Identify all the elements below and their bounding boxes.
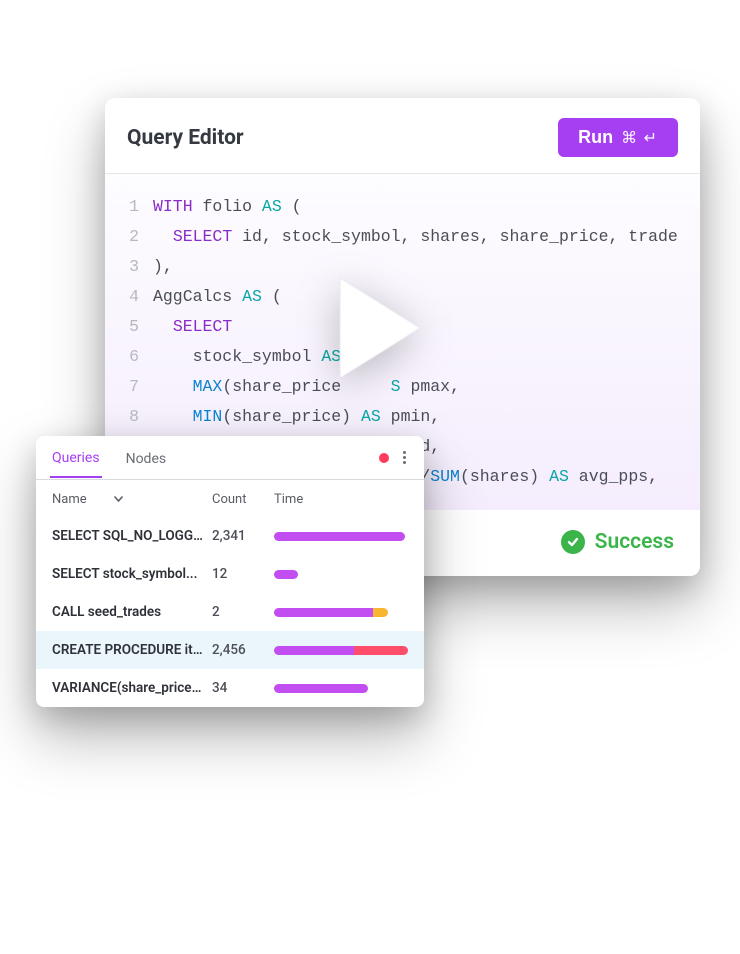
tab-nodes[interactable]: Nodes [124,439,169,477]
success-check-icon [561,530,585,554]
code-line: 7 MAX(share_price S pmax, [105,372,700,402]
code-text: AggCalcs AS ( [153,282,282,312]
code-text: MIN(share_price) AS pmin, [153,402,440,432]
column-headers: Name Count Time [36,480,424,517]
line-number: 5 [105,312,153,342]
query-name: VARIANCE(share_price)... [52,680,212,696]
code-text: WITH folio AS ( [153,192,302,222]
table-row[interactable]: CALL seed_trades2 [36,593,424,631]
code-text: ), [153,252,173,282]
query-time-bar [274,684,408,693]
query-count: 2,341 [212,528,274,544]
query-count: 12 [212,566,274,582]
table-row[interactable]: CREATE PROCEDURE iter...2,456 [36,631,424,669]
code-line: 2 SELECT id, stock_symbol, shares, share… [105,222,700,252]
line-number: 1 [105,192,153,222]
col-count-header[interactable]: Count [212,492,274,507]
query-time-bar [274,646,408,655]
query-name: SELECT SQL_NO_LOGGI.. [52,528,212,544]
more-menu-icon[interactable] [399,447,410,468]
code-text: MAX(share_price S pmax, [153,372,460,402]
queries-panel: Queries Nodes Name Count Time SELECT SQL… [36,436,424,707]
editor-header: Query Editor Run ⌘ ↵ [105,98,700,174]
code-line: 6 stock_symbol AS [105,342,700,372]
status-text: Success [595,530,674,554]
col-name-header[interactable]: Name [52,492,212,507]
run-shortcut: ⌘ ↵ [621,128,658,148]
tab-queries[interactable]: Queries [50,438,102,478]
line-number: 2 [105,222,153,252]
query-time-bar [274,570,408,579]
query-time-bar [274,532,408,541]
record-indicator-icon [379,453,389,463]
line-number: 8 [105,402,153,432]
run-label: Run [578,127,613,148]
line-number: 7 [105,372,153,402]
line-number: 6 [105,342,153,372]
line-number: 4 [105,282,153,312]
code-line: 1WITH folio AS ( [105,192,700,222]
chevron-down-icon [113,493,124,507]
col-time-header[interactable]: Time [274,492,408,507]
query-name: SELECT stock_symbol... [52,566,212,582]
query-name: CREATE PROCEDURE iter... [52,642,212,658]
query-count: 2,456 [212,642,274,658]
code-text: stock_symbol AS [153,342,341,372]
editor-title: Query Editor [127,126,244,150]
code-line: 3), [105,252,700,282]
queries-table-body: SELECT SQL_NO_LOGGI..2,341SELECT stock_s… [36,517,424,707]
table-row[interactable]: SELECT stock_symbol...12 [36,555,424,593]
code-line: 8 MIN(share_price) AS pmin, [105,402,700,432]
tabs-row: Queries Nodes [36,436,424,480]
run-button[interactable]: Run ⌘ ↵ [558,118,678,157]
query-count: 34 [212,680,274,696]
code-text: SELECT [153,312,232,342]
table-row[interactable]: VARIANCE(share_price)...34 [36,669,424,707]
code-text: SELECT id, stock_symbol, shares, share_p… [153,222,678,252]
query-name: CALL seed_trades [52,604,212,620]
query-count: 2 [212,604,274,620]
table-row[interactable]: SELECT SQL_NO_LOGGI..2,341 [36,517,424,555]
code-line: 5 SELECT [105,312,700,342]
line-number: 3 [105,252,153,282]
query-time-bar [274,608,408,617]
code-line: 4AggCalcs AS ( [105,282,700,312]
